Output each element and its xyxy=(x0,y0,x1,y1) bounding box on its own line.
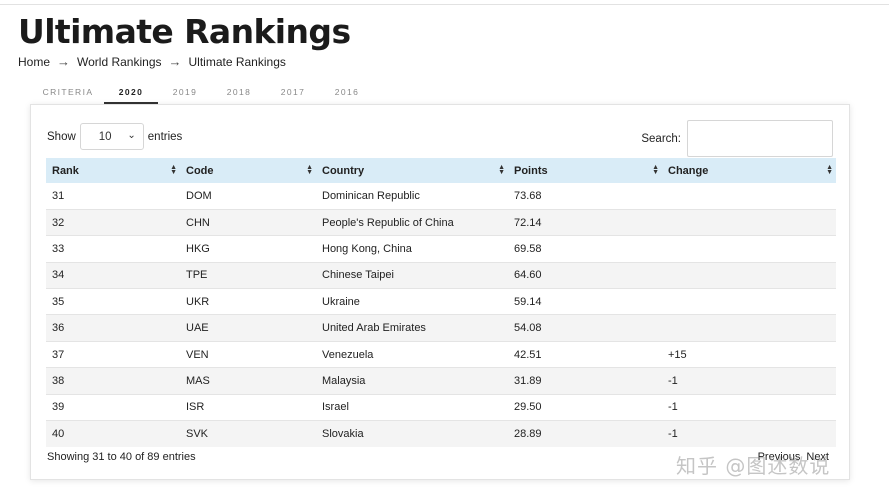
column-header-change[interactable]: Change ▲ ▼ xyxy=(662,158,836,183)
change-cell: -1 xyxy=(662,394,836,422)
search-input[interactable] xyxy=(687,120,833,157)
breadcrumb-world-rankings-link[interactable]: World Rankings xyxy=(77,55,161,69)
tab-2018[interactable]: 2018 xyxy=(212,83,266,104)
change-cell: +15 xyxy=(662,341,836,369)
column-header-code[interactable]: Code ▲ ▼ xyxy=(180,158,316,183)
breadcrumb-home-link[interactable]: Home xyxy=(18,55,50,69)
rank-cell: 35 xyxy=(46,288,180,316)
column-header-rank[interactable]: Rank ▲ ▼ xyxy=(46,158,180,183)
entries-select[interactable]: 10 ⌄ xyxy=(79,123,144,150)
arrow-right-icon: → xyxy=(168,54,182,69)
rank-cell: 34 xyxy=(46,262,180,290)
country-cell: Hong Kong, China xyxy=(316,235,508,263)
table-row: 37 VEN Venezuela 42.51 +15 xyxy=(46,341,836,369)
change-cell: -1 xyxy=(662,367,836,395)
points-cell: 73.68 xyxy=(508,183,662,210)
code-cell: DOM xyxy=(180,183,316,210)
change-cell xyxy=(662,288,836,316)
page-title: Ultimate Rankings xyxy=(18,12,351,51)
tab-2017[interactable]: 2017 xyxy=(266,83,320,104)
table-info: Showing 31 to 40 of 89 entries xyxy=(47,451,196,463)
table-row: 36 UAE United Arab Emirates 54.08 xyxy=(46,314,836,342)
rank-cell: 33 xyxy=(46,235,180,263)
code-cell: SVK xyxy=(186,427,209,440)
search-control: Search: xyxy=(641,120,833,157)
table-row: 35 UKR Ukraine 59.14 xyxy=(46,288,836,316)
table-row: 38 MAS Malaysia 31.89 -1 xyxy=(46,367,836,395)
table-row: 33 HKG Hong Kong, China 69.58 xyxy=(46,235,836,263)
breadcrumb-current: Ultimate Rankings xyxy=(188,54,286,69)
column-header-points[interactable]: Points ▲ ▼ xyxy=(508,158,662,183)
entries-select-value: 10 xyxy=(98,130,112,143)
rank-cell: 38 xyxy=(46,367,180,395)
country-cell: Ukraine xyxy=(316,288,508,316)
points-cell: 54.08 xyxy=(508,314,662,342)
sort-icon: ▲ ▼ xyxy=(498,164,505,176)
show-label: Show xyxy=(47,130,76,143)
change-cell xyxy=(662,209,836,237)
points-cell: 64.60 xyxy=(508,262,662,290)
rank-cell: 39 xyxy=(46,394,180,422)
country-cell: Venezuela xyxy=(316,341,508,369)
table-row: 31 DOM Dominican Republic 73.68 xyxy=(46,183,836,210)
points-cell: 29.50 xyxy=(508,394,662,422)
sort-icon: ▲ ▼ xyxy=(652,164,659,176)
country-cell: Dominican Republic xyxy=(316,183,508,210)
points-cell: 69.58 xyxy=(508,235,662,263)
code-cell: TPE xyxy=(180,262,316,290)
table-row: 40 SVK Slovakia 28.89 -1 xyxy=(46,420,836,447)
search-label: Search: xyxy=(641,132,681,145)
entries-control: Show 10 ⌄ entries xyxy=(47,123,182,150)
points-cell: 31.89 xyxy=(508,367,662,395)
points-cell: 72.14 xyxy=(508,209,662,237)
country-cell: Israel xyxy=(316,394,508,422)
table-row: 34 TPE Chinese Taipei 64.60 xyxy=(46,262,836,290)
breadcrumb: Home → World Rankings → Ultimate Ranking… xyxy=(18,54,286,69)
tab-criteria[interactable]: CRITERIA xyxy=(32,83,104,104)
code-cell: ISR xyxy=(180,394,316,422)
rank-cell: 40 xyxy=(52,427,65,440)
table-header-row: Rank ▲ ▼ Code ▲ ▼ Country ▲ ▼ Points ▲ ▼ Change ▲… xyxy=(46,158,836,183)
entries-label: entries xyxy=(147,130,183,143)
tab-2019[interactable]: 2019 xyxy=(158,83,212,104)
change-cell xyxy=(662,183,836,210)
rank-cell: 37 xyxy=(46,341,180,369)
rank-cell: 32 xyxy=(46,209,180,237)
rankings-table: Rank ▲ ▼ Code ▲ ▼ Country ▲ ▼ Points ▲ ▼ Change ▲… xyxy=(46,158,836,447)
watermark-text: 知乎 @图述数说 xyxy=(676,454,831,478)
code-cell: CHN xyxy=(180,209,316,237)
tab-2020[interactable]: 2020 xyxy=(104,83,158,104)
points-cell: 28.89 xyxy=(514,427,542,440)
chevron-down-icon: ⌄ xyxy=(127,130,136,141)
sort-icon: ▲ ▼ xyxy=(826,164,833,176)
rankings-panel: Show 10 ⌄ entries Search: Rank ▲ ▼ Code ▲ ▼ … xyxy=(30,104,850,480)
year-tabs: CRITERIA 2020 2019 2018 2017 2016 xyxy=(32,83,374,104)
country-cell: United Arab Emirates xyxy=(316,314,508,342)
column-header-country[interactable]: Country ▲ ▼ xyxy=(316,158,508,183)
points-cell: 59.14 xyxy=(508,288,662,316)
table-row: 39 ISR Israel 29.50 -1 xyxy=(46,394,836,422)
rank-cell: 31 xyxy=(46,183,180,210)
arrow-right-icon: → xyxy=(57,54,71,69)
change-cell xyxy=(662,235,836,263)
change-cell xyxy=(662,314,836,342)
top-divider xyxy=(0,4,889,5)
change-cell: -1 xyxy=(668,427,678,440)
change-cell xyxy=(662,262,836,290)
country-cell: Malaysia xyxy=(316,367,508,395)
rank-cell: 36 xyxy=(46,314,180,342)
country-cell: Slovakia xyxy=(322,427,364,440)
table-row: 32 CHN People's Republic of China 72.14 xyxy=(46,209,836,237)
code-cell: VEN xyxy=(180,341,316,369)
code-cell: UAE xyxy=(180,314,316,342)
country-cell: People's Republic of China xyxy=(316,209,508,237)
sort-icon: ▲ ▼ xyxy=(170,164,177,176)
country-cell: Chinese Taipei xyxy=(316,262,508,290)
code-cell: MAS xyxy=(180,367,316,395)
points-cell: 42.51 xyxy=(508,341,662,369)
sort-icon: ▲ ▼ xyxy=(306,164,313,176)
code-cell: UKR xyxy=(180,288,316,316)
code-cell: HKG xyxy=(180,235,316,263)
tab-2016[interactable]: 2016 xyxy=(320,83,374,104)
